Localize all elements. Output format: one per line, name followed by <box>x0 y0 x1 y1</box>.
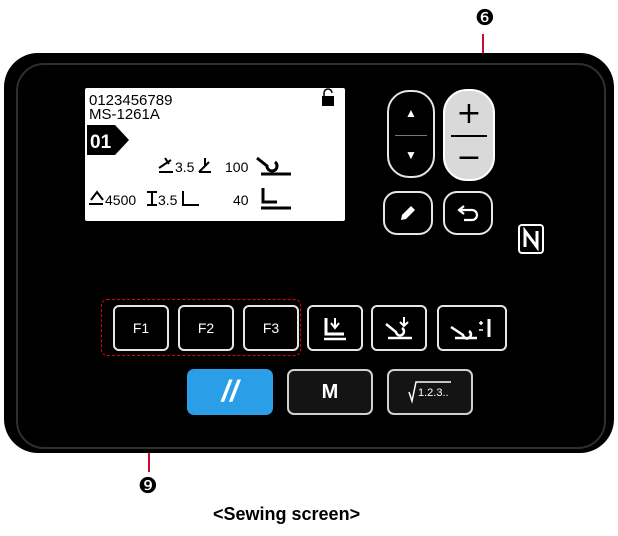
up-arrow-icon: ▲ <box>405 106 417 120</box>
stitch-value: 3.5 <box>175 159 195 175</box>
minus-button[interactable]: − <box>445 135 493 179</box>
presser-foot-icon <box>324 318 346 341</box>
foot-value: 40 <box>233 192 249 208</box>
return-icon <box>457 205 479 222</box>
foot-lift-icon <box>261 188 291 210</box>
pattern-number-badge: 01 <box>87 125 129 155</box>
minus-icon: − <box>456 139 482 175</box>
stitch-icon <box>158 157 173 173</box>
svg-text:1.2.3..: 1.2.3.. <box>418 387 449 399</box>
foot-height-icon <box>182 191 199 206</box>
return-button[interactable] <box>443 191 493 235</box>
mode-button[interactable]: M <box>287 369 373 415</box>
presser-icon <box>198 158 211 173</box>
f2-button[interactable]: F2 <box>178 305 234 351</box>
down-button[interactable]: ▼ <box>389 134 433 176</box>
up-down-keys: ▲ ▼ <box>387 90 435 178</box>
thread-trim-icon <box>256 156 291 176</box>
bobbin-counter-icon <box>89 190 104 205</box>
f1-button[interactable]: F1 <box>113 305 169 351</box>
thread-trim-icon <box>385 317 412 340</box>
lock-icon <box>322 88 334 106</box>
thread-trim-button[interactable] <box>371 305 427 351</box>
plus-icon: + <box>456 95 482 131</box>
pitch-icon <box>147 191 157 206</box>
stitch-adjust-icon <box>450 319 491 340</box>
edit-button[interactable] <box>383 191 433 235</box>
down-arrow-icon: ▼ <box>405 148 417 162</box>
stitch-adjust-button[interactable] <box>437 305 507 351</box>
lcd-line2: MS-1261A <box>89 106 160 123</box>
presser-foot-button[interactable] <box>307 305 363 351</box>
counter-button[interactable]: 1.2.3.. <box>387 369 473 415</box>
count-value: 4500 <box>105 192 136 208</box>
plus-button[interactable]: + <box>445 91 493 135</box>
nfc-icon <box>518 224 544 254</box>
speed-value: 100 <box>225 159 249 175</box>
screen-caption: <Sewing screen> <box>213 504 361 524</box>
pitch-value: 3.5 <box>158 192 178 208</box>
counter-icon: 1.2.3.. <box>408 381 451 404</box>
reset-button[interactable]: // <box>187 369 273 415</box>
pencil-icon <box>401 206 415 220</box>
plus-minus-keys: + − <box>443 89 495 181</box>
up-button[interactable]: ▲ <box>389 92 433 134</box>
lcd-screen: 0123456789 MS-1261A 01 3.5 100 4500 3.5 … <box>85 88 345 221</box>
f3-button[interactable]: F3 <box>243 305 299 351</box>
pattern-number: 01 <box>90 132 112 153</box>
